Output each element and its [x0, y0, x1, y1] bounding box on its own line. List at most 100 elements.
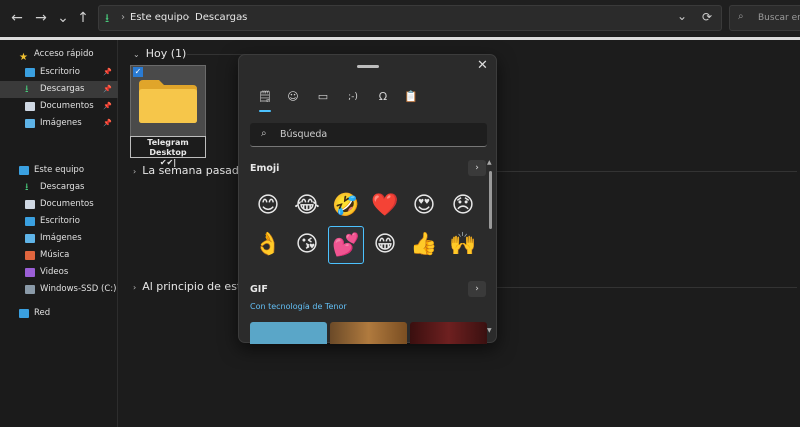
pictures-icon	[25, 234, 35, 243]
emoji-tears-of-joy[interactable]: 😂	[289, 187, 325, 225]
sidebar-item-imagenes-pc[interactable]: Imágenes	[0, 230, 118, 247]
title-toolbar: ← → ⌄ ↑ ⭳ › Este equipo › Descargas › ⌄ …	[0, 0, 800, 36]
emoji-raising-hands[interactable]: 🙌	[445, 226, 481, 264]
recent-locations-button[interactable]: ⌄	[54, 8, 72, 28]
search-icon: ⌕	[261, 128, 267, 139]
emoji-panel: ✕ 🗒 ☺ ▭ ;-) Ω 📋 ⌕ Búsqueda Emoji › 😊 😂 🤣…	[238, 54, 497, 344]
gif-thumbnail[interactable]	[410, 322, 487, 344]
address-dropdown-icon[interactable]: ⌄	[677, 9, 687, 23]
tab-gif-icon[interactable]: ▭	[315, 89, 331, 105]
sidebar-item-escritorio-pc[interactable]: Escritorio	[0, 213, 118, 230]
search-placeholder: Búsqueda	[280, 129, 328, 140]
chevron-down-icon: ⌄	[133, 50, 140, 59]
gif-thumbnail[interactable]	[330, 322, 407, 344]
sidebar-item-documentos[interactable]: Documentos 📌	[0, 98, 118, 115]
drag-handle[interactable]	[357, 65, 379, 68]
scroll-thumb[interactable]	[489, 171, 492, 229]
folder-rename-field[interactable]: Telegram Desktop ✔✔|	[130, 136, 206, 167]
sidebar-item-label: Imágenes	[40, 233, 82, 243]
sidebar-item-quick-access[interactable]: ★ Acceso rápido	[0, 46, 118, 63]
checkbox-checked-icon[interactable]: ✓	[133, 67, 143, 77]
breadcrumb-separator: ›	[186, 12, 190, 23]
group-header-today[interactable]: ⌄ Hoy (1)	[133, 47, 186, 60]
sidebar-item-label: Red	[34, 308, 51, 318]
search-placeholder: Buscar en D	[758, 13, 800, 23]
sidebar-item-documentos-pc[interactable]: Documentos	[0, 196, 118, 213]
chevron-right-icon: ›	[133, 283, 137, 292]
tenor-attribution: Con tecnología de Tenor	[250, 302, 347, 311]
active-tab-indicator	[259, 110, 271, 112]
tab-clipboard-icon[interactable]: 📋	[403, 89, 419, 105]
download-icon: ⭳	[25, 182, 29, 193]
sidebar-item-musica[interactable]: Música	[0, 247, 118, 264]
drive-icon	[25, 285, 35, 294]
breadcrumb-separator: ›	[121, 12, 125, 23]
gif-thumbnail[interactable]	[250, 322, 327, 344]
divider	[497, 171, 797, 172]
network-icon	[19, 309, 29, 318]
panel-scrollbar[interactable]: ▲ ▼	[487, 159, 493, 334]
tab-recent-icon[interactable]: 🗒	[257, 89, 273, 105]
emoji-disappointed[interactable]: 😞	[445, 187, 481, 225]
group-label: Hoy (1)	[145, 47, 187, 60]
folder-name: Telegram Desktop	[147, 138, 189, 157]
pin-icon: 📌	[103, 102, 112, 110]
sidebar-item-label: Escritorio	[40, 216, 80, 226]
sidebar-item-videos[interactable]: Videos	[0, 264, 118, 281]
breadcrumb-este-equipo[interactable]: Este equipo	[130, 12, 189, 23]
music-icon	[25, 251, 35, 260]
pin-icon: 📌	[103, 68, 112, 76]
desktop-icon	[25, 217, 35, 226]
scroll-up-icon[interactable]: ▲	[487, 159, 492, 166]
sidebar-item-label: Este equipo	[34, 165, 85, 175]
emoji-two-hearts[interactable]: 💕	[328, 226, 364, 264]
back-button[interactable]: ←	[8, 8, 26, 28]
sidebar-item-escritorio[interactable]: Escritorio 📌	[0, 64, 118, 81]
star-icon: ★	[19, 52, 28, 63]
sidebar-item-label: Imágenes	[40, 118, 82, 128]
emoji-more-button[interactable]: ›	[468, 160, 486, 176]
emoji-heart-eyes[interactable]: 😍	[406, 187, 442, 225]
search-icon: ⌕	[738, 11, 744, 22]
sidebar-item-imagenes[interactable]: Imágenes 📌	[0, 115, 118, 132]
up-button[interactable]: ↑	[74, 8, 92, 28]
tab-symbols-icon[interactable]: Ω	[375, 89, 391, 105]
emoji-smiling[interactable]: 😊	[250, 187, 286, 225]
download-icon: ⭳	[25, 84, 29, 95]
close-button[interactable]: ✕	[477, 58, 488, 73]
sidebar-item-descargas[interactable]: ⭳ Descargas 📌	[0, 81, 118, 98]
sidebar-item-label: Windows-SSD (C:)	[40, 284, 117, 294]
sidebar-item-este-equipo[interactable]: Este equipo	[0, 162, 118, 179]
emoji-thumbs-up[interactable]: 👍	[406, 226, 442, 264]
section-title-gif: GIF	[250, 284, 268, 295]
desktop-icon	[25, 68, 35, 77]
forward-button[interactable]: →	[32, 8, 50, 28]
sidebar-item-descargas-pc[interactable]: ⭳ Descargas	[0, 179, 118, 196]
scroll-down-icon[interactable]: ▼	[487, 327, 492, 334]
documents-icon	[25, 200, 35, 209]
folder-icon	[139, 80, 197, 123]
section-title-emoji: Emoji	[250, 163, 280, 174]
pin-icon: 📌	[103, 85, 112, 93]
sidebar-item-label: Música	[40, 250, 70, 260]
navigation-pane: ★ Acceso rápido Escritorio 📌 ⭳ Descargas…	[0, 40, 118, 427]
sidebar-item-label: Documentos	[40, 101, 94, 111]
divider	[497, 287, 797, 288]
sidebar-item-windows-ssd[interactable]: Windows-SSD (C:)	[0, 281, 118, 298]
emoji-rofl[interactable]: 🤣	[328, 187, 364, 225]
address-bar[interactable]: ⭳ › Este equipo › Descargas › ⌄ ⟳	[98, 5, 722, 31]
videos-icon	[25, 268, 35, 277]
emoji-kiss[interactable]: 😘	[289, 226, 325, 264]
emoji-ok-hand[interactable]: 👌	[250, 226, 286, 264]
gif-more-button[interactable]: ›	[468, 281, 486, 297]
search-box[interactable]: ⌕ Buscar en D	[729, 5, 800, 31]
tab-emoji-icon[interactable]: ☺	[285, 89, 301, 105]
emoji-red-heart[interactable]: ❤️	[367, 187, 403, 225]
refresh-icon[interactable]: ⟳	[702, 10, 712, 24]
download-folder-icon: ⭳	[105, 11, 110, 25]
sidebar-item-red[interactable]: Red	[0, 305, 118, 322]
emoji-search-input[interactable]: ⌕ Búsqueda	[250, 123, 487, 147]
emoji-grin[interactable]: 😁	[367, 226, 403, 264]
computer-icon	[19, 166, 29, 175]
tab-kaomoji-icon[interactable]: ;-)	[343, 89, 363, 105]
